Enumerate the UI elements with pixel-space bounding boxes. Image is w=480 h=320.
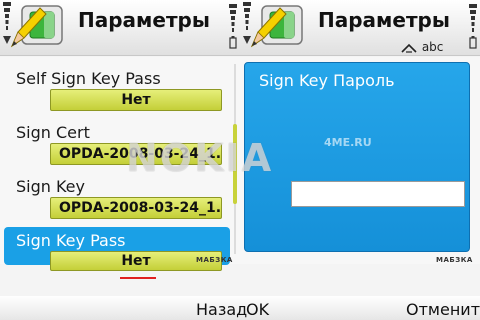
- setting-label: Sign Key: [16, 177, 85, 196]
- watermark-text: NOKIA: [126, 136, 274, 180]
- titlebar: Параметры: [240, 0, 480, 56]
- dialog-title: Sign Key Пароль: [259, 71, 395, 90]
- battery-icon: [229, 4, 237, 49]
- watermark-sup-text: 4ME.RU: [324, 136, 372, 149]
- page-title: Параметры: [78, 8, 210, 32]
- titlebar: Параметры: [0, 0, 240, 56]
- setting-label: Self Sign Key Pass: [16, 69, 161, 88]
- setting-value[interactable]: Нет: [50, 89, 222, 111]
- back-softkey[interactable]: Назад: [196, 300, 247, 319]
- settings-app-icon: [250, 5, 303, 48]
- password-input[interactable]: [291, 181, 465, 207]
- setting-label: Sign Cert: [16, 123, 90, 142]
- setting-value[interactable]: OPDA-2008-03-24_1....: [50, 197, 222, 219]
- setting-row-self-sign-key-pass[interactable]: Self Sign Key Pass Нет: [4, 63, 230, 115]
- input-mode-label: abc: [421, 40, 444, 54]
- password-dialog: Sign Key Пароль: [244, 62, 470, 252]
- page-title: Параметры: [318, 8, 450, 32]
- settings-app-icon: [10, 5, 63, 48]
- cancel-softkey[interactable]: Отменить: [406, 300, 480, 319]
- setting-label: Sign Key Pass: [16, 231, 126, 250]
- brand-mark: МАБЗКА: [436, 256, 473, 264]
- keypad-arrow-icon: [401, 43, 417, 53]
- softkey-area: Назад OK Отменить: [0, 264, 480, 320]
- brand-mark: МАБЗКА: [196, 256, 233, 264]
- input-mode-indicator: abc: [400, 40, 443, 54]
- ok-softkey[interactable]: OK: [246, 300, 269, 319]
- battery-icon: [469, 4, 477, 49]
